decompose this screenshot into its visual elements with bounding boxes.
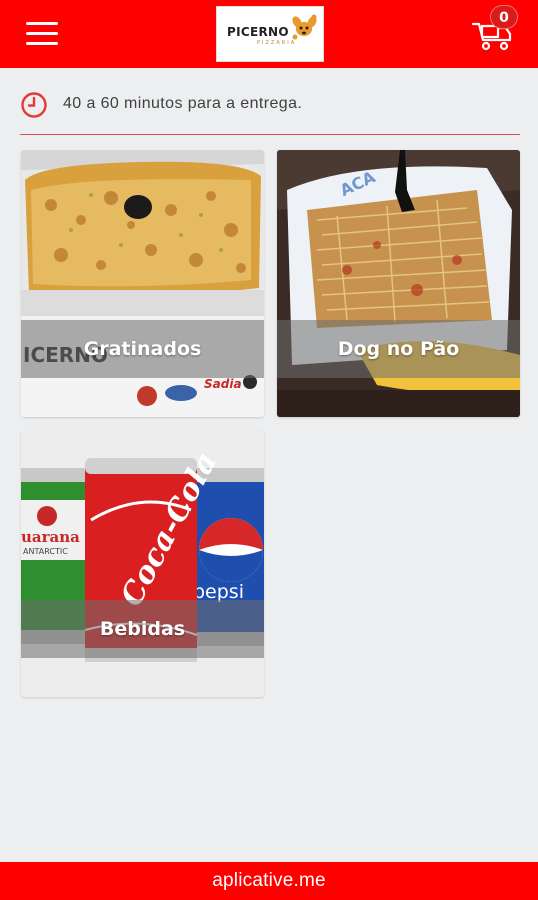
svg-text:ANTARCTIC: ANTARCTIC (23, 547, 68, 556)
category-label: Gratinados (83, 338, 202, 360)
delivery-time-text: 40 a 60 minutos para a entrega. (63, 95, 303, 112)
powered-by-footer[interactable]: aplicative.me (0, 862, 538, 900)
brand-logo[interactable]: PICERNO PIZZARIA (216, 6, 324, 62)
svg-text:Sadia: Sadia (204, 377, 242, 391)
delivery-time-info: 40 a 60 minutos para a entrega. (20, 88, 520, 122)
logo-text: PICERNO (227, 25, 289, 39)
category-card-bebidas[interactable]: uarana ANTARCTIC pepsi Coca-Cola Bebidas (21, 430, 264, 697)
category-label: Dog no Pão (337, 338, 460, 360)
clock-icon (21, 92, 47, 118)
category-label: Bebidas (99, 618, 186, 640)
top-bar: PICERNO PIZZARIA 0 (0, 0, 538, 68)
cart-count-badge[interactable]: 0 (490, 5, 518, 29)
logo-dog-icon (292, 14, 317, 40)
svg-text:uarana: uarana (21, 528, 80, 546)
footer-text: aplicative.me (212, 870, 326, 891)
menu-icon-line (26, 42, 58, 45)
menu-icon-line (26, 32, 58, 35)
menu-button[interactable] (26, 22, 58, 48)
category-card-gratinados[interactable]: ICERNO Sadia Gratinados (21, 150, 264, 417)
category-card-dog-no-pao[interactable]: ACA Dog no Pão (277, 150, 520, 417)
divider (20, 134, 520, 135)
menu-icon-line (26, 22, 58, 25)
